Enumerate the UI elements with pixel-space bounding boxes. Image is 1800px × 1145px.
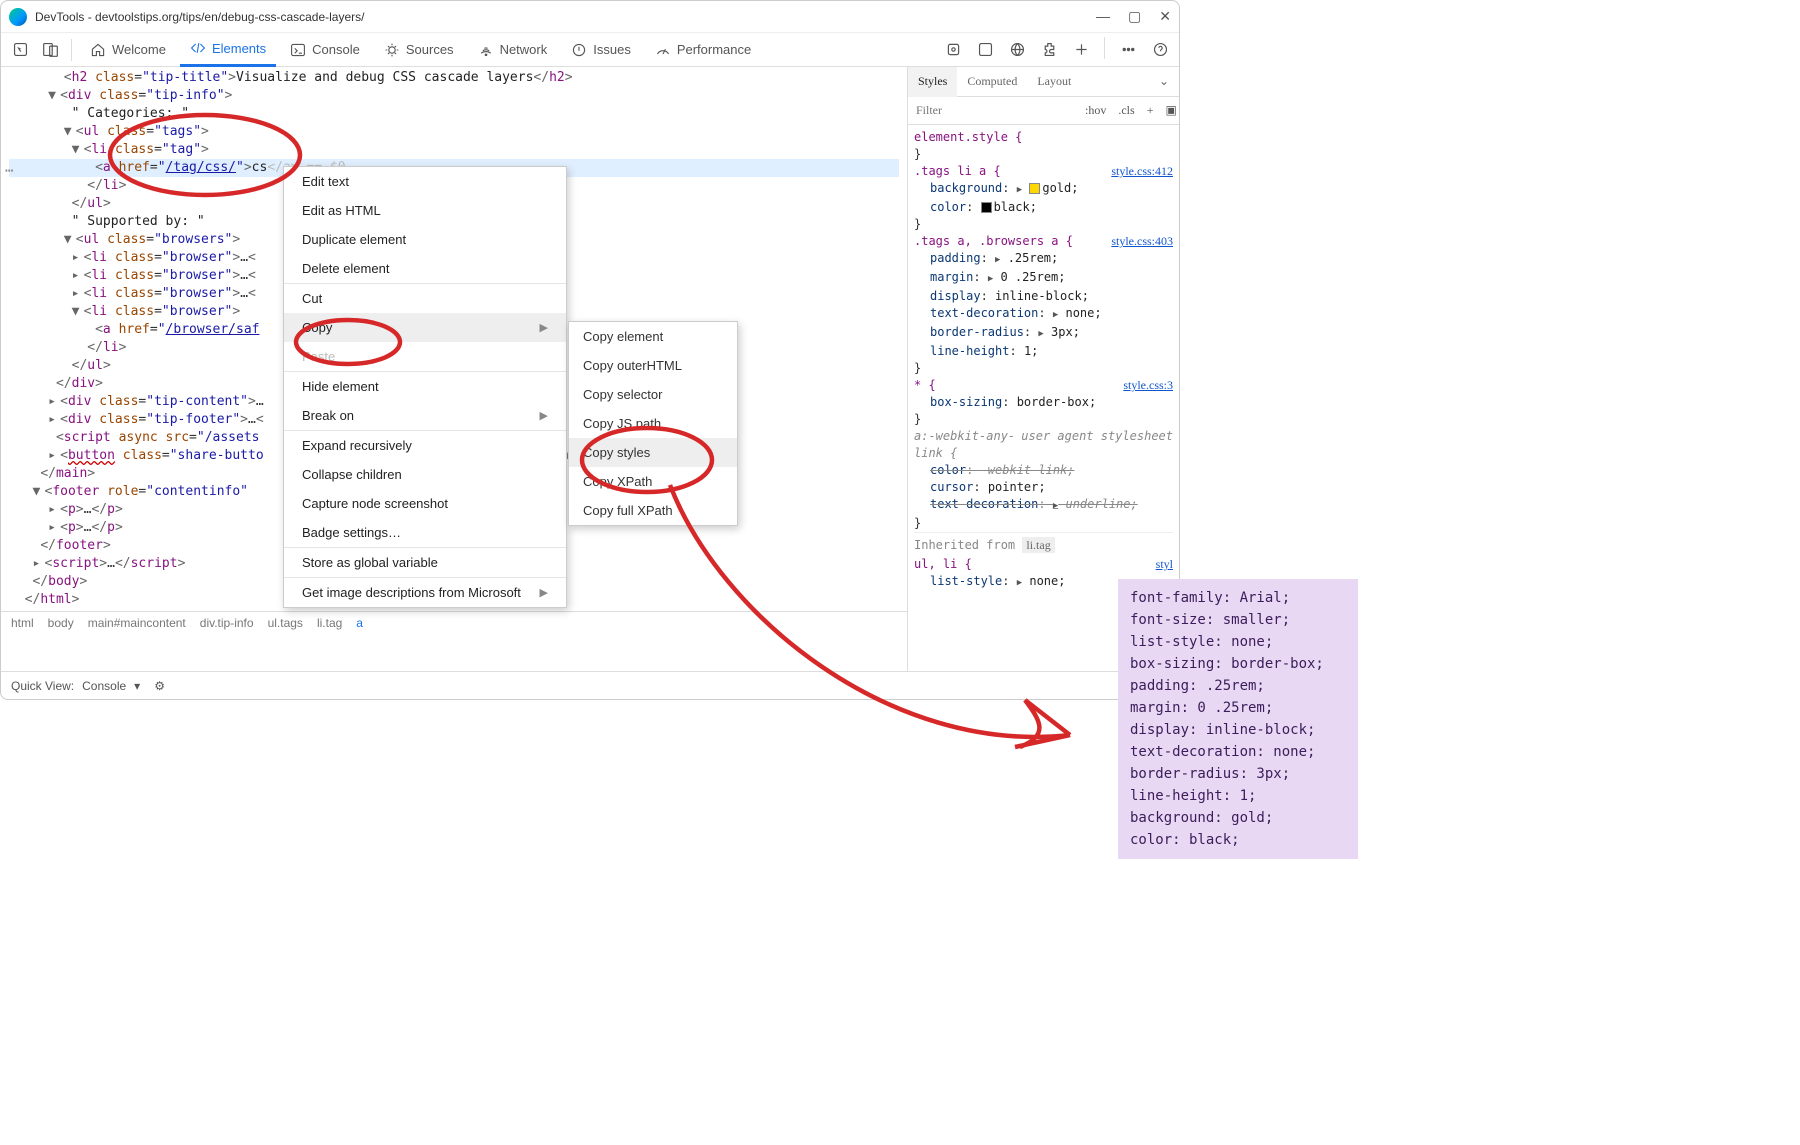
menu-cut[interactable]: Cut bbox=[284, 284, 566, 313]
panel-toggle-icon[interactable]: ▣ bbox=[1159, 103, 1182, 118]
copy-submenu: Copy element Copy outerHTML Copy selecto… bbox=[568, 321, 738, 526]
menu-collapse[interactable]: Collapse children bbox=[284, 460, 566, 489]
style-link[interactable]: style.css:3 bbox=[1123, 377, 1173, 394]
tab-network[interactable]: Network bbox=[468, 33, 558, 67]
menu-capture[interactable]: Capture node screenshot bbox=[284, 489, 566, 518]
quickview-label: Quick View: bbox=[11, 679, 74, 693]
submenu-copy-fullxpath[interactable]: Copy full XPath bbox=[569, 496, 737, 525]
tab-performance[interactable]: Performance bbox=[645, 33, 761, 67]
siblings-indicator[interactable]: ⋯ bbox=[5, 163, 13, 179]
close-icon[interactable]: ✕ bbox=[1159, 8, 1171, 25]
crumb-html[interactable]: html bbox=[11, 616, 34, 630]
maximize-icon[interactable]: ▢ bbox=[1128, 8, 1141, 25]
menu-badge[interactable]: Badge settings… bbox=[284, 518, 566, 547]
extensions-icon[interactable] bbox=[1036, 37, 1062, 63]
breadcrumb[interactable]: html body main#maincontent div.tip-info … bbox=[1, 611, 907, 633]
crumb-a[interactable]: a bbox=[356, 616, 363, 630]
crumb-li[interactable]: li.tag bbox=[317, 616, 342, 630]
menu-delete[interactable]: Delete element bbox=[284, 254, 566, 283]
titlebar: DevTools - devtoolstips.org/tips/en/debu… bbox=[1, 1, 1179, 33]
gear-icon[interactable]: ⚙ bbox=[154, 679, 165, 693]
menu-duplicate[interactable]: Duplicate element bbox=[284, 225, 566, 254]
copied-styles-result: font-family: Arial; font-size: smaller; … bbox=[1118, 579, 1358, 859]
menu-break[interactable]: Break on▶ bbox=[284, 401, 566, 430]
inspect-icon[interactable] bbox=[7, 37, 33, 63]
tab-issues[interactable]: Issues bbox=[561, 33, 641, 67]
submenu-copy-xpath[interactable]: Copy XPath bbox=[569, 467, 737, 496]
submenu-copy-jspath[interactable]: Copy JS path bbox=[569, 409, 737, 438]
menu-copy[interactable]: Copy▶ bbox=[284, 313, 566, 342]
tab-computed[interactable]: Computed bbox=[957, 67, 1027, 97]
crumb-main[interactable]: main#maincontent bbox=[88, 616, 186, 630]
menu-hide[interactable]: Hide element bbox=[284, 372, 566, 401]
submenu-copy-styles[interactable]: Copy styles bbox=[569, 438, 737, 467]
context-menu: Edit text Edit as HTML Duplicate element… bbox=[283, 166, 567, 608]
menu-store[interactable]: Store as global variable bbox=[284, 548, 566, 577]
tab-console[interactable]: Console bbox=[280, 33, 370, 67]
crumb-ul[interactable]: ul.tags bbox=[268, 616, 303, 630]
menu-image-desc[interactable]: Get image descriptions from Microsoft▶ bbox=[284, 578, 566, 607]
style-link[interactable]: style.css:403 bbox=[1111, 233, 1173, 250]
tab-elements[interactable]: Elements bbox=[180, 33, 276, 67]
tab-more-icon[interactable]: ⌄ bbox=[1149, 67, 1179, 97]
hov-button[interactable]: :hov bbox=[1079, 103, 1112, 118]
tab-styles[interactable]: Styles bbox=[908, 67, 957, 97]
toolbar: Welcome Elements Console Sources Network… bbox=[1, 33, 1179, 67]
new-rule-icon[interactable]: + bbox=[1141, 103, 1160, 118]
quickview-bar[interactable]: Quick View: Console ▾ ⚙ bbox=[1, 671, 1179, 699]
submenu-copy-outerhtml[interactable]: Copy outerHTML bbox=[569, 351, 737, 380]
more-icon[interactable] bbox=[1115, 37, 1141, 63]
style-link[interactable]: style.css:412 bbox=[1111, 163, 1173, 180]
network-conditions-icon[interactable] bbox=[1004, 37, 1030, 63]
tab-sources[interactable]: Sources bbox=[374, 33, 464, 67]
cls-button[interactable]: .cls bbox=[1112, 103, 1140, 118]
submenu-copy-selector[interactable]: Copy selector bbox=[569, 380, 737, 409]
minimize-icon[interactable]: — bbox=[1096, 8, 1110, 25]
help-icon[interactable] bbox=[1147, 37, 1173, 63]
crumb-div[interactable]: div.tip-info bbox=[200, 616, 254, 630]
styles-filter[interactable] bbox=[908, 98, 1079, 124]
menu-edit-html[interactable]: Edit as HTML bbox=[284, 196, 566, 225]
tab-layout[interactable]: Layout bbox=[1027, 67, 1081, 97]
add-icon[interactable] bbox=[1068, 37, 1094, 63]
menu-expand[interactable]: Expand recursively bbox=[284, 431, 566, 460]
chevron-right-icon: ▶ bbox=[540, 409, 548, 422]
quickview-value[interactable]: Console bbox=[82, 679, 126, 693]
tab-welcome[interactable]: Welcome bbox=[80, 33, 176, 67]
chevron-right-icon: ▶ bbox=[540, 586, 548, 599]
device-icon[interactable] bbox=[37, 37, 63, 63]
menu-paste: Paste bbox=[284, 342, 566, 371]
app-icon[interactable] bbox=[972, 37, 998, 63]
menu-edit-text[interactable]: Edit text bbox=[284, 167, 566, 196]
submenu-copy-element[interactable]: Copy element bbox=[569, 322, 737, 351]
chevron-right-icon: ▶ bbox=[540, 321, 548, 334]
chevron-down-icon[interactable]: ▾ bbox=[134, 679, 140, 693]
devtools-window: DevTools - devtoolstips.org/tips/en/debu… bbox=[0, 0, 1180, 700]
edge-icon bbox=[9, 8, 27, 26]
memory-icon[interactable] bbox=[940, 37, 966, 63]
style-link[interactable]: styl bbox=[1156, 556, 1173, 573]
crumb-body[interactable]: body bbox=[48, 616, 74, 630]
window-title: DevTools - devtoolstips.org/tips/en/debu… bbox=[35, 10, 1096, 24]
